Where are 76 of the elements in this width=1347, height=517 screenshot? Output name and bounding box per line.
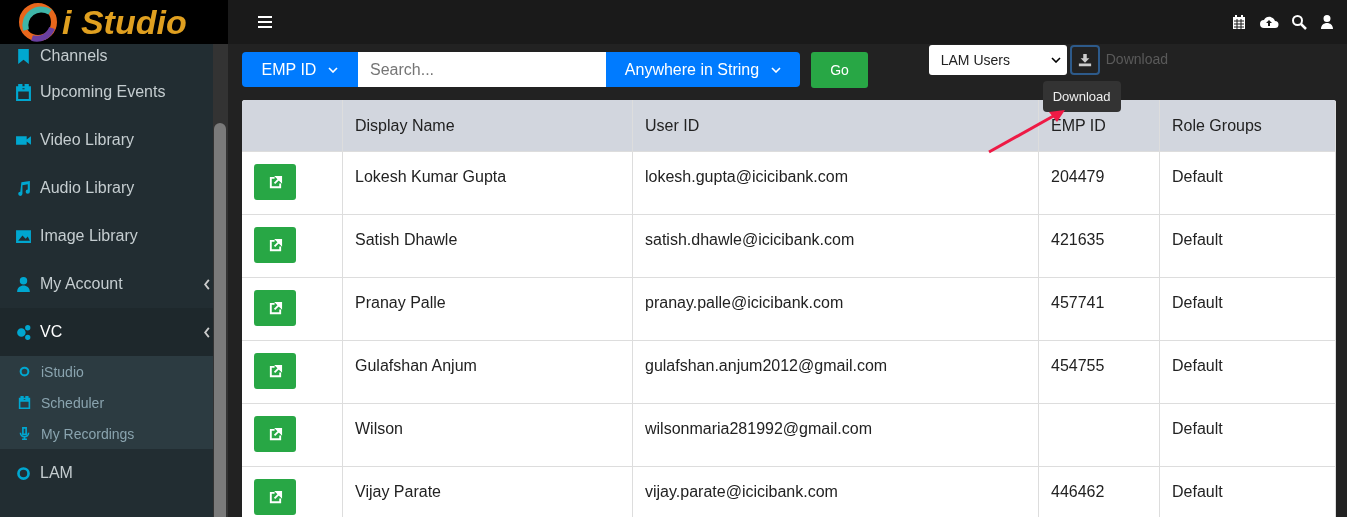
table-cell: satish.dhawle@icicibank.com — [633, 215, 1039, 279]
table-cell: 446462 — [1039, 467, 1160, 517]
user-icon[interactable] — [1319, 14, 1335, 30]
sidebar-item[interactable]: VC — [0, 308, 213, 356]
table-cell: wilsonmaria281992@gmail.com — [633, 404, 1039, 468]
sidebar-item[interactable]: My Account — [0, 260, 213, 308]
download-icon — [1077, 53, 1092, 67]
external-link-icon — [267, 363, 283, 379]
logo-icon — [18, 2, 58, 42]
chevron-down-icon — [771, 66, 782, 73]
calendar-icon — [15, 83, 32, 101]
external-link-icon — [267, 174, 283, 190]
table-cell: Lokesh Kumar Gupta — [343, 152, 633, 216]
logo-text: i Studio — [62, 2, 187, 42]
calendar-icon[interactable] — [1231, 14, 1247, 30]
table-cell: Pranay Palle — [343, 278, 633, 342]
field-select[interactable]: EMP ID — [242, 52, 358, 87]
submenu-item[interactable]: iStudio — [0, 356, 213, 387]
table-cell: Default — [1160, 341, 1336, 405]
cloud-upload-icon[interactable] — [1259, 14, 1279, 30]
table-cell: 421635 — [1039, 215, 1160, 279]
microphone-icon — [18, 427, 31, 440]
chevron-down-icon — [1050, 57, 1061, 63]
open-button[interactable] — [254, 227, 296, 263]
menu-icon[interactable] — [258, 16, 272, 28]
external-link-icon — [267, 237, 283, 253]
table-cell: Default — [1160, 278, 1336, 342]
sidebar-item[interactable]: Upcoming Events — [0, 68, 213, 116]
match-select[interactable]: Anywhere in String — [606, 52, 800, 87]
bookmark-icon — [15, 47, 32, 65]
sidebar-item[interactable]: Audio Library — [0, 164, 213, 212]
open-button[interactable] — [254, 416, 296, 452]
table-cell: Gulafshan Anjum — [343, 341, 633, 405]
open-button[interactable] — [254, 479, 296, 515]
sidebar-item[interactable]: Video Library — [0, 116, 213, 164]
search-icon[interactable] — [1291, 14, 1307, 30]
table-cell: Satish Dhawle — [343, 215, 633, 279]
table-cell: gulafshan.anjum2012@gmail.com — [633, 341, 1039, 405]
column-header: Display Name — [343, 100, 633, 151]
open-button[interactable] — [254, 290, 296, 326]
table-cell: Default — [1160, 467, 1336, 517]
download-label: Download — [1105, 51, 1168, 67]
column-header: Role Groups — [1160, 100, 1336, 151]
chevron-down-icon — [328, 66, 339, 73]
submenu-item[interactable]: Scheduler — [0, 387, 213, 418]
user-type-select[interactable]: LAM Users — [928, 45, 1067, 75]
table-cell: Default — [1160, 404, 1336, 468]
table-cell: Default — [1160, 215, 1336, 279]
external-link-icon — [267, 426, 283, 442]
table-cell: 454755 — [1039, 341, 1160, 405]
music-note-icon — [15, 179, 32, 197]
sidebar-item[interactable]: LAM — [0, 449, 213, 497]
table-cell: 457741 — [1039, 278, 1160, 342]
table-cell: Default — [1160, 152, 1336, 216]
column-header: User ID — [633, 100, 1039, 151]
external-link-icon — [267, 300, 283, 316]
download-tooltip: Download — [1042, 81, 1121, 112]
image-icon — [15, 227, 32, 245]
user-icon — [15, 275, 32, 293]
submenu-item[interactable]: My Recordings — [0, 418, 213, 449]
scrollbar-thumb[interactable] — [214, 123, 226, 517]
table-cell: pranay.palle@icicibank.com — [633, 278, 1039, 342]
table-cell: lokesh.gupta@icicibank.com — [633, 152, 1039, 216]
sidebar-item[interactable]: Image Library — [0, 212, 213, 260]
sidebar-item[interactable]: Channels — [0, 44, 213, 68]
table-cell: Wilson — [343, 404, 633, 468]
external-link-icon — [267, 489, 283, 505]
table-cell: 204479 — [1039, 152, 1160, 216]
download-button[interactable] — [1069, 45, 1100, 75]
table-cell: vijay.parate@icicibank.com — [633, 467, 1039, 517]
scrollbar[interactable] — [213, 44, 228, 517]
table-cell: Vijay Parate — [343, 467, 633, 517]
open-button[interactable] — [254, 164, 296, 200]
calendar-icon — [18, 396, 31, 409]
search-field[interactable]: Search... — [358, 52, 606, 87]
open-button[interactable] — [254, 353, 296, 389]
